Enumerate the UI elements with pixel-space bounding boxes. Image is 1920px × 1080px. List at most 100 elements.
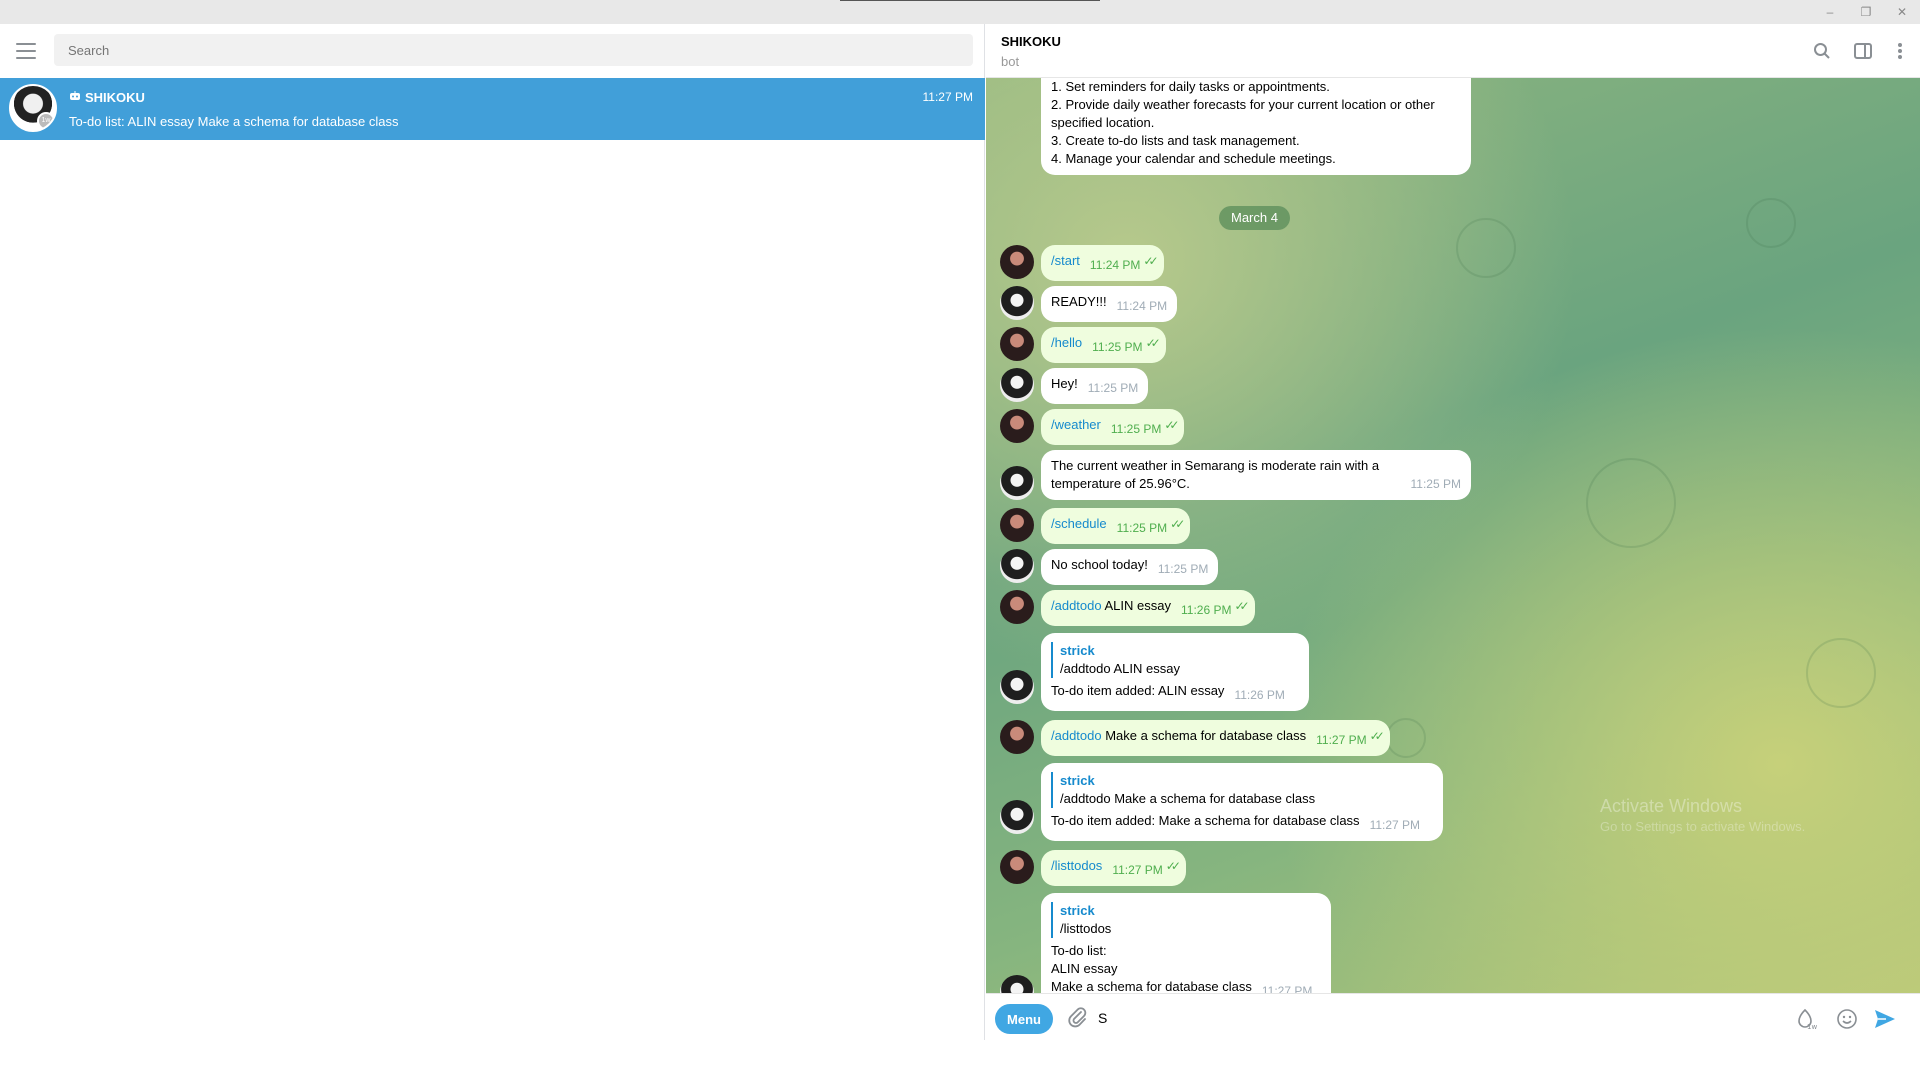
message-time: 11:25 PM: [1087, 381, 1139, 395]
background-doodle: [1746, 198, 1796, 248]
message-time: 11:24 PM: [1089, 258, 1141, 272]
message-time: 11:27 PM: [1261, 984, 1313, 993]
conversation-pane: SHIKOKU bot 1. Set reminders for daily t…: [986, 24, 1920, 1040]
avatar[interactable]: [1000, 549, 1034, 583]
message-text: READY!!!: [1051, 294, 1107, 309]
chat-list-pane: 1w SHIKOKU 11:27 PM To-do list: ALIN ess…: [0, 24, 985, 1040]
avatar[interactable]: [1000, 508, 1034, 542]
read-checks-icon: ✓✓: [1145, 336, 1161, 350]
message-input[interactable]: [1098, 1004, 1748, 1032]
avatar[interactable]: [1000, 850, 1034, 884]
incoming-message[interactable]: Hey! 11:25 PM: [1041, 368, 1149, 404]
background-doodle: [1456, 218, 1516, 278]
message-time: 11:27 PM: [1369, 818, 1421, 832]
paperclip-icon[interactable]: [1066, 1006, 1090, 1030]
command-link[interactable]: /hello: [1051, 335, 1082, 350]
reply-author: strick: [1060, 773, 1095, 788]
message-area[interactable]: 1. Set reminders for daily tasks or appo…: [986, 78, 1920, 993]
avatar[interactable]: [1000, 670, 1034, 704]
avatar[interactable]: [1000, 466, 1034, 500]
read-checks-icon: ✓✓: [1234, 599, 1249, 613]
background-doodle: [1386, 718, 1426, 758]
sidebar-toggle-icon[interactable]: [1851, 39, 1875, 63]
search-input[interactable]: [54, 34, 973, 66]
reply-author: strick: [1060, 643, 1095, 658]
avatar[interactable]: [1000, 720, 1034, 754]
outgoing-message[interactable]: /addtodo Make a schema for database clas…: [1041, 720, 1390, 756]
message-text: To-do item added: ALIN essay: [1051, 683, 1225, 698]
message-time: 11:25 PM: [1157, 562, 1209, 576]
more-options-icon[interactable]: [1888, 39, 1912, 63]
reply-text: /addtodo ALIN essay: [1060, 661, 1180, 676]
close-button[interactable]: ✕: [1887, 2, 1917, 22]
chat-time: 11:27 PM: [922, 90, 973, 104]
chat-name: SHIKOKU: [85, 90, 145, 105]
incoming-message[interactable]: strick /addtodo Make a schema for databa…: [1041, 763, 1443, 841]
command-link[interactable]: /schedule: [1051, 516, 1107, 531]
message-text: ALIN essay: [1101, 598, 1171, 613]
read-checks-icon: ✓✓: [1165, 859, 1181, 873]
message-time: 11:25 PM: [1110, 422, 1162, 436]
read-checks-icon: ✓✓: [1164, 418, 1179, 432]
avatar[interactable]: [1000, 800, 1034, 834]
chat-list-item[interactable]: 1w SHIKOKU 11:27 PM To-do list: ALIN ess…: [0, 78, 985, 140]
outgoing-message[interactable]: /listtodos 11:27 PM ✓✓: [1041, 850, 1186, 886]
incoming-message[interactable]: No school today! 11:25 PM: [1041, 549, 1219, 585]
outgoing-message[interactable]: /schedule 11:25 PM ✓✓: [1041, 508, 1191, 544]
command-link[interactable]: /weather: [1051, 417, 1101, 432]
message-text: To-do item added: Make a schema for data…: [1051, 813, 1360, 828]
search-icon[interactable]: [1810, 39, 1834, 63]
message-time: 11:24 PM: [1116, 299, 1168, 313]
emoji-icon[interactable]: [1834, 1006, 1860, 1032]
message-time: 11:27 PM: [1316, 733, 1367, 747]
message-time: 11:26 PM: [1234, 688, 1285, 702]
reply-quote[interactable]: strick /addtodo ALIN essay: [1051, 642, 1299, 678]
incoming-message[interactable]: strick /listtodos To-do list: ALIN essay…: [1041, 893, 1331, 993]
window-titlebar: – ❐ ✕: [0, 0, 1920, 24]
bot-icon: [69, 91, 81, 104]
command-link[interactable]: /addtodo: [1051, 728, 1102, 743]
send-icon[interactable]: [1872, 1006, 1898, 1032]
avatar: 1w: [9, 84, 57, 132]
message-text: The current weather in Semarang is moder…: [1051, 458, 1380, 473]
conversation-title[interactable]: SHIKOKU: [1001, 34, 1061, 49]
command-link[interactable]: /addtodo: [1051, 598, 1102, 613]
message-time: 11:25 PM: [1116, 521, 1168, 535]
outgoing-message[interactable]: /hello 11:25 PM ✓✓: [1041, 327, 1166, 363]
read-checks-icon: ✓✓: [1369, 729, 1385, 743]
reply-text: /addtodo Make a schema for database clas…: [1060, 791, 1316, 806]
avatar[interactable]: [1000, 286, 1034, 320]
incoming-message[interactable]: strick /addtodo ALIN essay To-do item ad…: [1041, 633, 1309, 711]
chat-list-header: [0, 24, 985, 78]
avatar[interactable]: [1000, 368, 1034, 402]
maximize-button[interactable]: ❐: [1851, 2, 1881, 22]
minimize-button[interactable]: –: [1815, 2, 1845, 22]
date-separator: March 4: [1219, 206, 1290, 230]
avatar[interactable]: [1000, 245, 1034, 279]
avatar-badge: 1w: [37, 112, 55, 130]
svg-text:1w: 1w: [1807, 1023, 1817, 1031]
command-link[interactable]: /listtodos: [1051, 858, 1102, 873]
message-text: Make a schema for database class: [1051, 979, 1252, 993]
reply-quote[interactable]: strick /listtodos: [1051, 902, 1321, 938]
outgoing-message[interactable]: /addtodo ALIN essay 11:26 PM ✓✓: [1041, 590, 1255, 626]
avatar[interactable]: [1000, 327, 1034, 361]
outgoing-message[interactable]: /start 11:24 PM ✓✓: [1041, 245, 1164, 281]
message-time: 11:25 PM: [1410, 477, 1461, 491]
avatar[interactable]: [1000, 590, 1034, 624]
auto-delete-timer-icon[interactable]: 1w: [1792, 1006, 1818, 1032]
message-time: 11:25 PM: [1092, 340, 1143, 354]
activation-watermark-sub: Go to Settings to activate Windows.: [1600, 819, 1806, 834]
message-text: ALIN essay: [1051, 961, 1118, 976]
bot-menu-button[interactable]: Menu: [995, 1004, 1053, 1034]
outgoing-message[interactable]: /weather 11:25 PM ✓✓: [1041, 409, 1185, 445]
reply-quote[interactable]: strick /addtodo Make a schema for databa…: [1051, 772, 1433, 808]
command-link[interactable]: /start: [1051, 253, 1080, 268]
avatar[interactable]: [1000, 409, 1034, 443]
menu-icon[interactable]: [16, 43, 36, 59]
incoming-message[interactable]: The current weather in Semarang is moder…: [1041, 450, 1471, 500]
incoming-message[interactable]: READY!!! 11:24 PM: [1041, 286, 1178, 322]
read-checks-icon: ✓✓: [1143, 254, 1158, 268]
avatar[interactable]: [1000, 975, 1034, 993]
chat-name-row: SHIKOKU: [69, 90, 145, 105]
